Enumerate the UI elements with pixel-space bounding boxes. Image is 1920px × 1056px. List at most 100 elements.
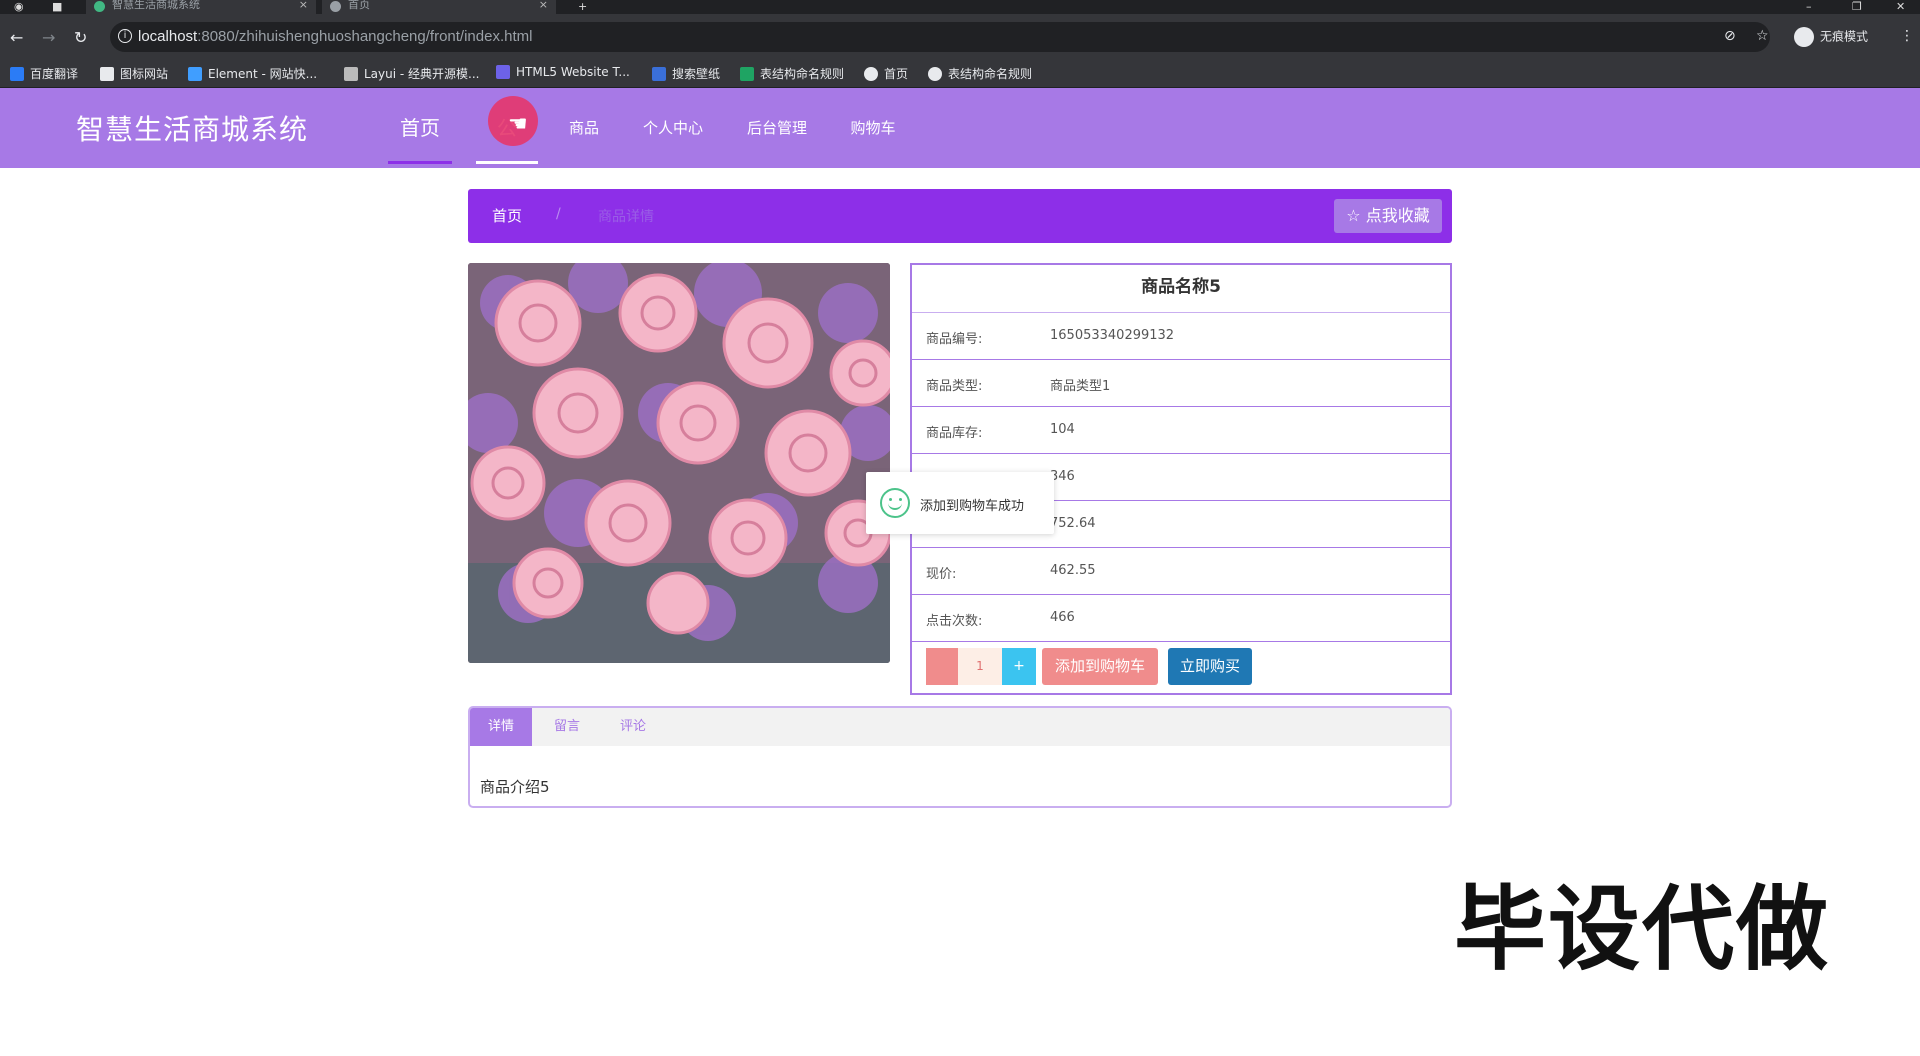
browser-menu-icon[interactable]: ◉ xyxy=(14,0,24,13)
window-close-icon[interactable]: ✕ xyxy=(1896,0,1905,13)
quantity-increase-button[interactable]: + xyxy=(1002,648,1036,685)
smile-icon xyxy=(880,488,910,518)
nav-underline xyxy=(476,161,538,164)
bookmark-label: 搜索壁纸 xyxy=(672,67,721,81)
nav-cart[interactable]: 购物车 xyxy=(848,88,898,168)
bookmark-item[interactable]: 首页 xyxy=(864,65,908,82)
bookmark-item[interactable]: 表结构命名规则 xyxy=(928,65,1032,82)
minimize-icon[interactable]: – xyxy=(1806,0,1812,13)
bookmark-item[interactable]: Layui - 经典开源模... xyxy=(344,65,479,82)
nav-personal-center[interactable]: 个人中心 xyxy=(640,88,706,168)
info-key: 商品类型: xyxy=(926,379,983,394)
back-icon[interactable]: ← xyxy=(10,28,23,47)
sheet-icon xyxy=(740,67,754,81)
vue-icon xyxy=(94,1,105,12)
quantity-input[interactable]: 1 xyxy=(958,648,1002,685)
add-to-cart-button[interactable]: 添加到购物车 xyxy=(1042,648,1158,685)
url-bar[interactable]: i localhost:8080/zhihuishenghuoshangchen… xyxy=(110,22,1770,52)
info-value: 466 xyxy=(1050,610,1075,625)
info-row-type: 商品类型: 商品类型1 xyxy=(912,360,1450,407)
tab-content: 商品介绍5 xyxy=(480,778,550,796)
globe-icon xyxy=(330,1,341,12)
nav-admin[interactable]: 后台管理 xyxy=(744,88,810,168)
close-icon[interactable]: × xyxy=(539,0,548,10)
site-info-icon[interactable]: i xyxy=(118,29,132,43)
favorite-button[interactable]: ☆ 点我收藏 xyxy=(1334,199,1442,233)
star-icon[interactable]: ☆ xyxy=(1756,28,1769,44)
translate-icon xyxy=(10,67,24,81)
tab-messages[interactable]: 留言 xyxy=(536,708,598,746)
breadcrumb-home[interactable]: 首页 xyxy=(492,205,522,226)
info-key: 商品编号: xyxy=(926,332,983,347)
browser-tab-2[interactable]: 首页 × xyxy=(322,0,556,14)
bookmark-label: 表结构命名规则 xyxy=(948,67,1033,81)
bookmark-item[interactable]: Element - 网站快... xyxy=(188,65,317,82)
bookmark-item[interactable]: 表结构命名规则 xyxy=(740,65,844,82)
forward-icon[interactable]: → xyxy=(42,28,55,47)
success-toast: 添加到购物车成功 xyxy=(866,472,1054,534)
reload-icon[interactable]: ↻ xyxy=(74,28,87,47)
info-row-price: 现价: 462.55 xyxy=(912,548,1450,595)
tab-strip-icon[interactable]: ■ xyxy=(52,0,62,13)
info-row-stock: 商品库存: 104 xyxy=(912,407,1450,454)
site-header: 智慧生活商城系统 首页 公 商品 个人中心 后台管理 购物车 xyxy=(0,88,1920,168)
tab-label: 智慧生活商城系统 xyxy=(112,0,200,11)
bookmark-item[interactable]: HTML5 Website T... xyxy=(496,65,630,79)
bookmark-item[interactable]: 百度翻译 xyxy=(10,65,78,82)
globe-icon xyxy=(864,67,878,81)
close-icon[interactable]: × xyxy=(299,0,308,10)
breadcrumb: 首页 / 商品详情 ☆ 点我收藏 xyxy=(468,189,1452,243)
tab-details[interactable]: 详情 xyxy=(470,708,532,746)
toast-message: 添加到购物车成功 xyxy=(920,499,1025,514)
detail-tabs-panel: 详情 留言 评论 商品介绍5 xyxy=(468,706,1452,808)
element-icon xyxy=(188,67,202,81)
info-value: 165053340299132 xyxy=(1050,328,1175,343)
incognito-label: 无痕模式 xyxy=(1820,29,1869,44)
browser-tab-1[interactable]: 智慧生活商城系统 × xyxy=(86,0,316,14)
eye-off-icon[interactable]: ⊘ xyxy=(1724,28,1736,44)
info-key: 点击次数: xyxy=(926,614,983,629)
bookmark-label: Element - 网站快... xyxy=(208,67,318,81)
bookmarks-bar: 百度翻译 图标网站 Element - 网站快... Layui - 经典开源模… xyxy=(0,60,1920,88)
hand-cursor-icon: ☚ xyxy=(508,112,528,137)
bookmark-item[interactable]: 图标网站 xyxy=(100,65,168,82)
info-key: 现价: xyxy=(926,567,957,582)
more-menu-icon[interactable]: ⋮ xyxy=(1900,28,1914,44)
info-key: 商品库存: xyxy=(926,426,983,441)
tabs-header: 详情 留言 评论 xyxy=(470,708,1450,746)
breadcrumb-current: 商品详情 xyxy=(598,209,654,225)
info-value: 752.64 xyxy=(1050,516,1096,531)
bookmark-label: 百度翻译 xyxy=(30,67,79,81)
incognito-indicator[interactable]: 无痕模式 xyxy=(1794,27,1868,47)
address-bar-row: ← → ↻ i localhost:8080/zhihuishenghuosha… xyxy=(0,14,1920,60)
nav-home[interactable]: 首页 xyxy=(388,88,452,168)
nav-underline xyxy=(388,161,452,164)
watermark-text: 毕设代做 xyxy=(1454,876,1831,983)
wallpaper-icon xyxy=(652,67,666,81)
bookmark-label: 表结构命名规则 xyxy=(760,67,845,81)
quantity-decrease-button[interactable] xyxy=(926,648,958,685)
buy-now-button[interactable]: 立即购买 xyxy=(1168,648,1252,685)
tab-comments[interactable]: 评论 xyxy=(602,708,664,746)
bookmark-item[interactable]: 搜索壁纸 xyxy=(652,65,720,82)
incognito-icon xyxy=(1794,27,1814,47)
nav-products[interactable]: 商品 xyxy=(562,88,606,168)
purchase-row: 1 + 添加到购物车 立即购买 xyxy=(912,642,1450,694)
browser-tabbar: ◉ ■ 智慧生活商城系统 × 首页 × + – ❐ ✕ xyxy=(0,0,1920,14)
url-path: :8080/zhihuishenghuoshangcheng/front/ind… xyxy=(197,28,533,45)
nav-label: 首页 xyxy=(400,116,440,140)
html5-icon xyxy=(496,65,510,79)
restore-icon[interactable]: ❐ xyxy=(1852,0,1862,13)
url-host: localhost xyxy=(138,28,198,45)
info-value: 商品类型1 xyxy=(1050,379,1111,394)
flag-icon xyxy=(100,67,114,81)
bookmark-label: Layui - 经典开源模... xyxy=(364,67,480,81)
url-text[interactable]: localhost:8080/zhihuishenghuoshangcheng/… xyxy=(138,28,532,45)
layui-icon xyxy=(344,67,358,81)
info-value: 462.55 xyxy=(1050,563,1096,578)
site-logo[interactable]: 智慧生活商城系统 xyxy=(76,108,308,148)
info-value: 104 xyxy=(1050,422,1075,437)
tab-label: 首页 xyxy=(348,0,370,11)
bookmark-label: HTML5 Website T... xyxy=(516,65,630,79)
new-tab-icon[interactable]: + xyxy=(578,0,587,13)
